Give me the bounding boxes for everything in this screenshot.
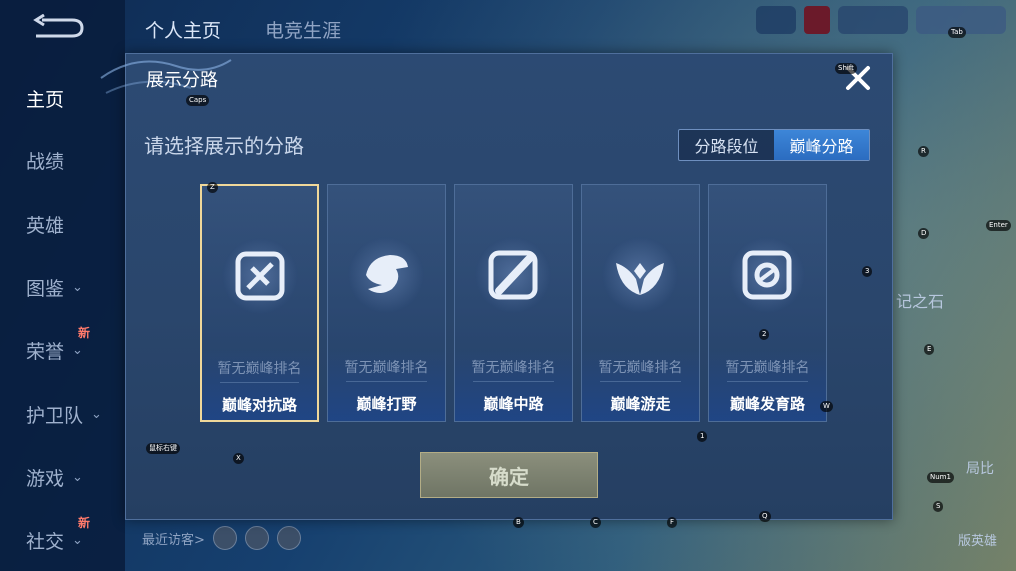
chevron-down-icon: ⌄ [91, 406, 102, 422]
confirm-button[interactable]: 确定 [420, 452, 598, 498]
key-hint-r: R [918, 146, 929, 157]
lane-card[interactable]: 暂无巅峰排名 巅峰打野 [327, 184, 446, 422]
lane-card[interactable]: 暂无巅峰排名 巅峰中路 [454, 184, 573, 422]
lane-display-dialog: 展示分路 请选择展示的分路 分路段位 巅峰分路 暂无巅峰排名 巅峰对抗路 暂无巅… [100, 53, 893, 520]
sidebar-item-label: 社交 [26, 530, 65, 553]
avatar[interactable] [212, 526, 237, 550]
lane-name: 巅峰打野 [356, 395, 417, 413]
toggle-lane-rank[interactable]: 分路段位 [679, 130, 774, 160]
chevron-down-icon: ⌄ [72, 469, 83, 485]
key-hint-tab: Tab [948, 27, 966, 38]
sidebar-item-5[interactable]: 护卫队 ⌄ [26, 394, 121, 434]
top-right-controls [756, 6, 1006, 34]
key-hint-caps: Caps [186, 95, 210, 106]
promo-chip[interactable] [838, 6, 908, 34]
lane-card[interactable]: 暂无巅峰排名 巅峰对抗路 [200, 184, 319, 422]
chevron-down-icon: ⌄ [72, 342, 83, 358]
key-hint-x: X [233, 453, 244, 464]
recent-visitors-label: 最近访客> [142, 532, 205, 548]
divider [346, 381, 427, 382]
lane-card-list: 暂无巅峰排名 巅峰对抗路 暂无巅峰排名 巅峰打野 暂无巅峰排名 巅峰中路 暂无巅… [200, 184, 827, 422]
lane-rank: 暂无巅峰排名 [598, 360, 683, 376]
sidebar-item-4[interactable]: 荣誉 ⌄ [26, 330, 121, 370]
friend-icon-button[interactable] [756, 6, 796, 34]
wings-roam-icon [602, 237, 678, 313]
key-hint-shift: Shift [835, 63, 857, 74]
key-hint-w: W [820, 401, 833, 412]
dialog-title: 展示分路 [146, 70, 218, 91]
lane-rank: 暂无巅峰排名 [217, 361, 302, 377]
lane-mode-toggle: 分路段位 巅峰分路 [678, 129, 870, 161]
key-hint-c: C [590, 517, 601, 528]
sidebar-item-label: 战绩 [26, 150, 65, 173]
sidebar-item-7[interactable]: 社交 ⌄ [26, 520, 121, 560]
key-hint-right-mouse: 鼠标右键 [146, 443, 180, 454]
background-right-label-2: 版英雄 [958, 534, 998, 549]
chevron-down-icon: ⌄ [72, 279, 83, 295]
key-hint-f: F [667, 517, 678, 528]
lane-name: 巅峰对抗路 [221, 396, 297, 414]
sidebar-item-2[interactable]: 英雄 [26, 204, 121, 244]
dragon-jungle-icon [348, 237, 424, 313]
back-arrow-icon[interactable] [30, 14, 86, 44]
lane-name: 巅峰发育路 [729, 395, 805, 413]
key-hint-enter: Enter [986, 220, 1011, 231]
avatar[interactable] [244, 526, 269, 550]
sidebar-item-label: 护卫队 [26, 404, 84, 427]
lane-card[interactable]: 暂无巅峰排名 巅峰发育路 [708, 184, 827, 422]
key-hint-z: Z [207, 182, 218, 193]
section-title: 请选择展示的分路 [144, 134, 304, 158]
divider [600, 381, 681, 382]
new-badge: 新 [78, 326, 91, 340]
sidebar-item-6[interactable]: 游戏 ⌄ [26, 457, 121, 497]
divider [473, 381, 554, 382]
recent-visitors[interactable]: 最近访客> [142, 526, 301, 550]
divider [220, 382, 299, 383]
divider [727, 381, 808, 382]
sidebar-item-label: 英雄 [26, 214, 65, 237]
tab-esports-career[interactable]: 电竞生涯 [265, 16, 341, 43]
farm-lane-icon [729, 237, 805, 313]
sidebar-item-1[interactable]: 战绩 [26, 140, 121, 180]
toggle-peak-lane[interactable]: 巅峰分路 [774, 130, 869, 160]
chevron-down-icon: ⌄ [72, 532, 83, 548]
sidebar-item-label: 图鉴 [26, 277, 65, 300]
background-stone-label: 记之石 [896, 292, 945, 311]
vip-icon[interactable] [804, 6, 830, 34]
key-hint-q: Q [759, 511, 771, 522]
mid-lane-icon [475, 237, 551, 313]
lane-name: 巅峰游走 [610, 395, 671, 413]
lane-rank: 暂无巅峰排名 [344, 360, 429, 376]
background-right-label-1: 局比 [966, 461, 994, 477]
lane-name: 巅峰中路 [483, 395, 544, 413]
sidebar-item-label: 荣誉 [26, 340, 65, 363]
sidebar-item-3[interactable]: 图鉴 ⌄ [26, 267, 121, 307]
sidebar-item-label: 主页 [26, 88, 65, 111]
lane-rank: 暂无巅峰排名 [725, 360, 810, 376]
tab-personal-home[interactable]: 个人主页 [145, 16, 221, 43]
avatar[interactable] [276, 526, 301, 550]
top-tab-bar: 个人主页 电竞生涯 [145, 16, 341, 43]
lane-card[interactable]: 暂无巅峰排名 巅峰游走 [581, 184, 700, 422]
new-badge: 新 [78, 516, 91, 530]
key-hint-num1: Num1 [927, 472, 954, 483]
sword-lane-icon [222, 238, 298, 314]
key-hint-b: B [513, 517, 524, 528]
lane-rank: 暂无巅峰排名 [471, 360, 556, 376]
sidebar-item-label: 游戏 [26, 467, 65, 490]
